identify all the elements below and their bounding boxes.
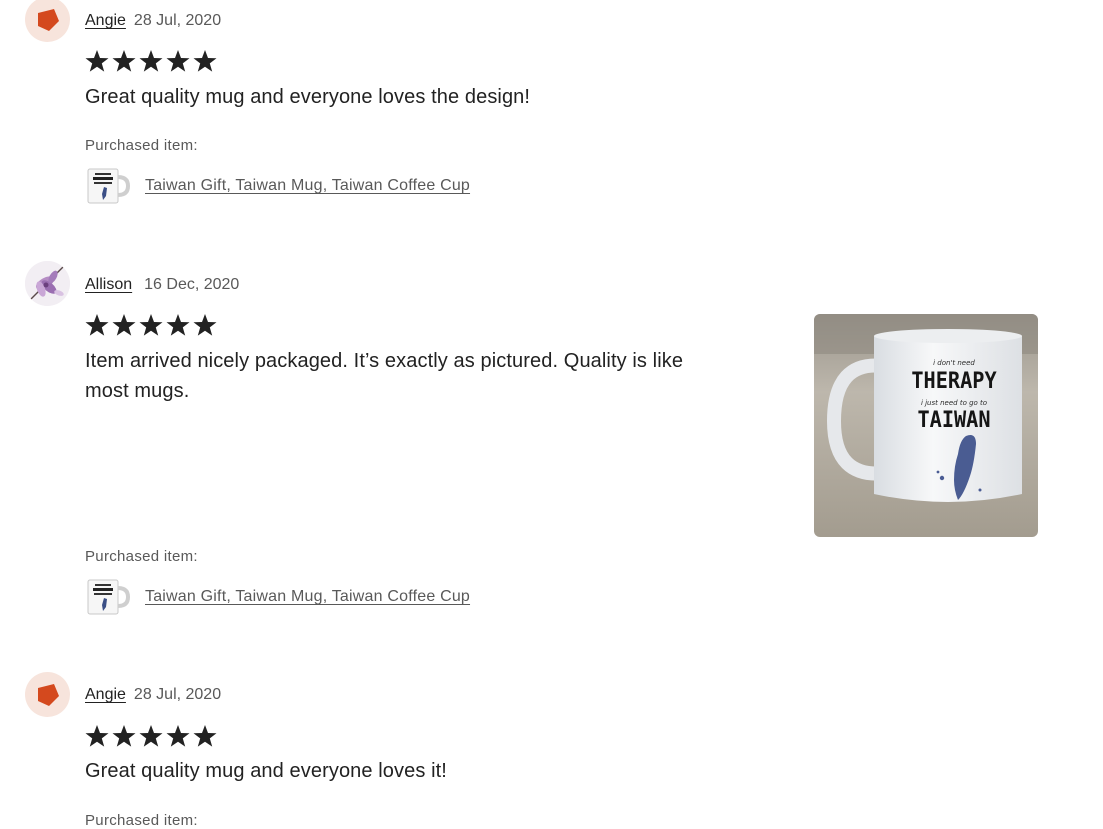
review-text: Great quality mug and everyone loves the… [85, 86, 531, 108]
star-icon [139, 314, 163, 336]
orange-pentagon-icon [37, 8, 59, 31]
star-icon [166, 50, 190, 72]
reviewer-avatar[interactable] [25, 261, 70, 306]
purchased-item[interactable]: Taiwan Gift, Taiwan Mug, Taiwan Coffee C… [85, 576, 470, 618]
reviewer-name-link[interactable]: Allison [85, 276, 132, 293]
reviewer-avatar[interactable] [25, 0, 70, 42]
purchased-item-label: Purchased item: [85, 137, 198, 154]
purchased-item-label: Purchased item: [85, 548, 198, 565]
review-meta: Angie 28 Jul, 2020 [85, 12, 221, 30]
star-icon [112, 50, 136, 72]
star-icon [193, 725, 217, 747]
mug-text-line1: i don't need [933, 359, 975, 367]
mug-text-line2: THERAPY [911, 367, 997, 393]
mug-thumbnail-icon[interactable] [85, 165, 133, 207]
star-icon [85, 50, 109, 72]
star-icon [166, 725, 190, 747]
review-date: 16 Dec, 2020 [144, 276, 240, 293]
reviewer-name-link[interactable]: Angie [85, 686, 126, 703]
review-photo[interactable]: i don't need THERAPY i just need to go t… [814, 314, 1038, 537]
star-rating [85, 49, 220, 73]
review-date: 28 Jul, 2020 [133, 12, 222, 29]
purchased-item-link[interactable]: Taiwan Gift, Taiwan Mug, Taiwan Coffee C… [145, 177, 470, 195]
star-icon [139, 50, 163, 72]
star-rating [85, 313, 220, 337]
review-date: 28 Jul, 2020 [133, 686, 222, 703]
star-icon [193, 50, 217, 72]
reviewer-name-link[interactable]: Angie [85, 12, 126, 29]
star-icon [85, 725, 109, 747]
star-icon [112, 725, 136, 747]
flower-icon [25, 261, 70, 306]
orange-pentagon-icon [37, 683, 59, 706]
star-rating [85, 724, 220, 748]
reviewer-avatar[interactable] [25, 672, 70, 717]
purchased-item[interactable]: Taiwan Gift, Taiwan Mug, Taiwan Coffee C… [85, 165, 470, 207]
mug-thumbnail-icon[interactable] [85, 576, 133, 618]
star-icon [193, 314, 217, 336]
review-meta: Allison 16 Dec, 2020 [85, 276, 239, 294]
star-icon [139, 725, 163, 747]
mug-text-line4: TAIWAN [917, 406, 990, 432]
review-meta: Angie 28 Jul, 2020 [85, 686, 221, 704]
purchased-item-label: Purchased item: [85, 812, 198, 829]
mug-photo-image: i don't need THERAPY i just need to go t… [814, 314, 1038, 537]
star-icon [166, 314, 190, 336]
review-text: Great quality mug and everyone loves it! [85, 760, 447, 782]
review-text: Item arrived nicely packaged. It’s exact… [85, 350, 684, 402]
star-icon [112, 314, 136, 336]
purchased-item-link[interactable]: Taiwan Gift, Taiwan Mug, Taiwan Coffee C… [145, 588, 470, 606]
star-icon [85, 314, 109, 336]
